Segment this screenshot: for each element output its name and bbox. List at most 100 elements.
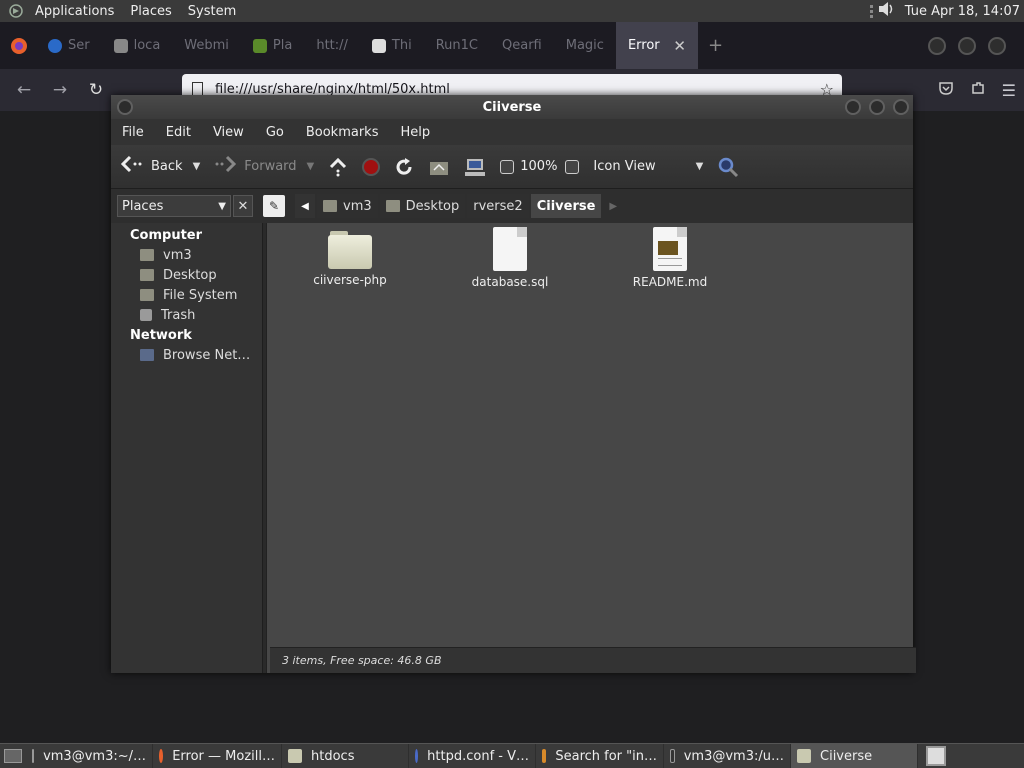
firefox-menu-icon[interactable] (0, 22, 36, 69)
menu-help[interactable]: Help (395, 125, 447, 140)
crumb-vm3[interactable]: vm3 (317, 194, 378, 218)
sidebar-heading-network: Network (130, 328, 192, 343)
menu-file[interactable]: File (117, 125, 161, 140)
tab[interactable]: loca (102, 22, 173, 69)
task-terminal-2[interactable]: vm3@vm3:/u… (664, 743, 791, 768)
hamburger-menu-icon[interactable]: ☰ (1002, 81, 1016, 100)
menu-places[interactable]: Places (122, 4, 179, 19)
zoom-control: 100% (500, 159, 580, 174)
sidebar-item-browse-network[interactable]: Browse Net… (111, 345, 262, 365)
stop-icon (362, 157, 381, 176)
tab[interactable]: htt:// (304, 22, 360, 69)
window-menu-button[interactable] (117, 99, 133, 115)
sidebar-item-desktop[interactable]: Desktop (111, 265, 262, 285)
forward-button[interactable]: Forward ▼ (214, 155, 314, 178)
extensions-icon[interactable] (970, 80, 986, 100)
edit-location-icon[interactable]: ✎ (263, 195, 285, 217)
pocket-icon[interactable] (938, 80, 954, 100)
search-button[interactable] (717, 156, 739, 178)
tab[interactable]: Thi (360, 22, 424, 69)
stop-button[interactable] (362, 157, 381, 176)
terminal-icon (32, 749, 35, 763)
menu-bookmarks[interactable]: Bookmarks (301, 125, 396, 140)
places-sidebar: Computer vm3 Desktop File System Trash N… (111, 223, 263, 673)
window-title: Ciiverse (482, 99, 542, 115)
sidebar-selector[interactable]: Places ▼ (117, 195, 231, 217)
file-item-sql[interactable]: database.sql (450, 227, 570, 289)
folder-icon (288, 749, 302, 763)
task-terminal-1[interactable]: vm3@vm3:~/… (26, 743, 153, 768)
icon-view[interactable]: ciiverse-php database.sql README.md 3 it… (266, 223, 916, 673)
zoom-out-icon[interactable] (500, 159, 515, 174)
maximize-button[interactable] (869, 99, 885, 115)
menubar: File Edit View Go Bookmarks Help (111, 119, 913, 145)
menu-view[interactable]: View (208, 125, 261, 140)
window-controls (928, 36, 1024, 55)
maximize-button[interactable] (958, 36, 976, 55)
terminal-icon (670, 749, 675, 763)
reload-button[interactable] (394, 157, 414, 177)
forward-arrow-icon[interactable]: → (42, 80, 78, 100)
back-history-dropdown[interactable]: ▼ (193, 161, 201, 172)
tab-active[interactable]: Error ✕ (615, 22, 698, 69)
file-item-readme[interactable]: README.md (610, 227, 730, 289)
home-button[interactable] (428, 158, 450, 176)
workspace-switcher[interactable] (926, 746, 946, 766)
crumb-left-arrow-icon[interactable]: ◀ (295, 194, 315, 218)
minimize-button[interactable] (845, 99, 861, 115)
back-arrow-icon[interactable]: ← (6, 80, 42, 100)
back-button[interactable]: Back ▼ (120, 155, 201, 178)
close-button[interactable] (893, 99, 909, 115)
status-text: 3 items, Free space: 46.8 GB (282, 654, 442, 667)
menu-applications[interactable]: Applications (27, 4, 122, 19)
home-folder-icon (140, 249, 154, 261)
window-titlebar[interactable]: Ciiverse (111, 95, 913, 119)
new-tab-button[interactable]: + (698, 35, 733, 56)
file-item-folder[interactable]: ciiverse-php (290, 231, 410, 287)
menu-edit[interactable]: Edit (161, 125, 208, 140)
tab[interactable]: Qearfi (490, 22, 554, 69)
close-button[interactable] (988, 36, 1006, 55)
task-htdocs[interactable]: htdocs (282, 743, 409, 768)
tab[interactable]: Run1C (424, 22, 490, 69)
task-search[interactable]: Search for "in… (536, 743, 664, 768)
crumb-current[interactable]: Ciiverse (530, 194, 602, 218)
menu-system[interactable]: System (180, 4, 244, 19)
show-desktop-icon[interactable] (0, 744, 26, 768)
folder-icon (797, 749, 811, 763)
tab-close-icon[interactable]: ✕ (673, 37, 686, 55)
content-area: Computer vm3 Desktop File System Trash N… (111, 223, 916, 673)
top-panel: Applications Places System Tue Apr 18, 1… (0, 0, 1024, 22)
crumb-desktop[interactable]: Desktop (379, 194, 466, 218)
task-firefox[interactable]: Error — Mozill… (153, 743, 282, 768)
sidebar-item-filesystem[interactable]: File System (111, 285, 262, 305)
volume-icon[interactable] (877, 0, 897, 22)
desktop-folder-icon (140, 269, 154, 281)
crumb-right-arrow-icon[interactable]: ▶ (609, 201, 617, 212)
sidebar-item-vm3[interactable]: vm3 (111, 245, 262, 265)
forward-history-dropdown[interactable]: ▼ (307, 161, 315, 172)
tab[interactable]: Webmi (172, 22, 241, 69)
task-editor[interactable]: httpd.conf - V… (409, 743, 536, 768)
computer-icon (465, 158, 486, 176)
minimize-button[interactable] (928, 36, 946, 55)
up-button[interactable] (328, 157, 348, 177)
task-ciiverse[interactable]: Ciiverse (791, 743, 918, 768)
zoom-in-icon[interactable] (565, 159, 580, 174)
tab[interactable]: Ser (36, 22, 102, 69)
view-mode-select[interactable]: Icon View ▼ (593, 159, 703, 174)
home-icon (430, 161, 449, 175)
clock[interactable]: Tue Apr 18, 14:07 (897, 4, 1024, 19)
trash-icon (140, 309, 152, 321)
crumb-rverse2[interactable]: rverse2 (467, 194, 529, 218)
gnome-foot-icon[interactable] (5, 0, 27, 22)
sidebar-item-trash[interactable]: Trash (111, 305, 262, 325)
tab[interactable]: Magic (554, 22, 616, 69)
back-arrow-icon (120, 155, 143, 178)
computer-button[interactable] (464, 157, 486, 177)
close-sidebar-icon[interactable]: ✕ (233, 195, 253, 217)
menu-go[interactable]: Go (261, 125, 301, 140)
tab[interactable]: Pla (241, 22, 304, 69)
reload-icon[interactable]: ↻ (78, 80, 114, 100)
breadcrumb: ✎ ◀ vm3 Desktop rverse2 Ciiverse ▶ (263, 192, 617, 220)
